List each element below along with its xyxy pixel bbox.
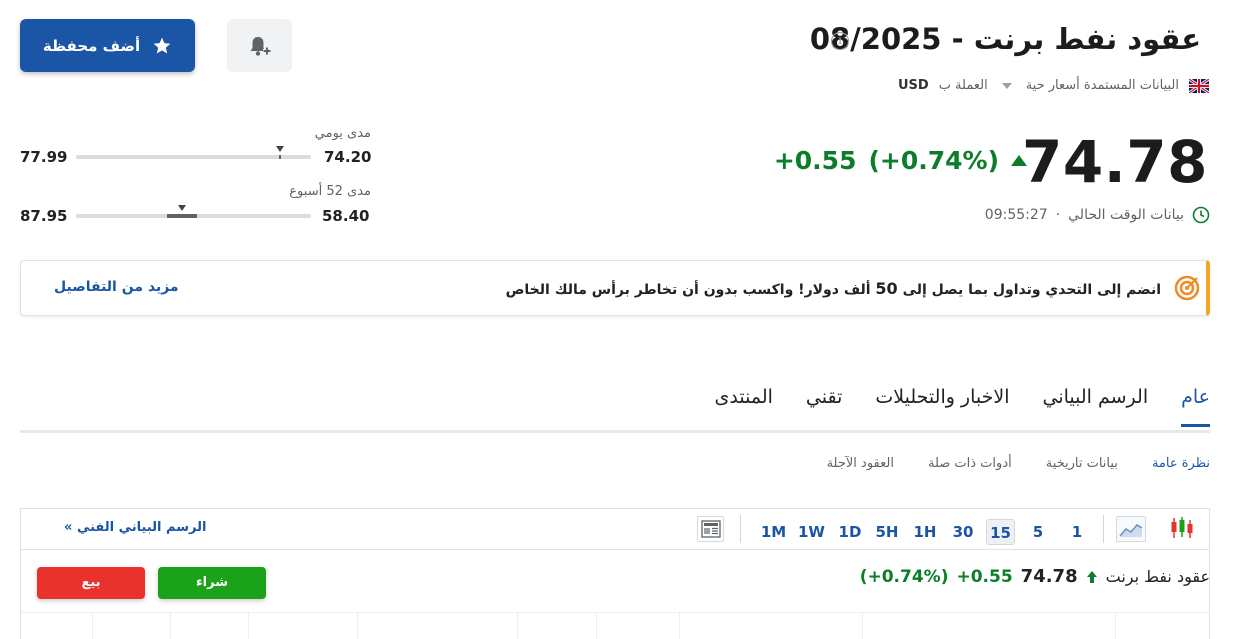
change-value: +0.55	[773, 146, 857, 175]
page-title: عقود نفط برنت - 08/2025	[809, 22, 1201, 56]
chart-price: 74.78	[1020, 566, 1078, 587]
add-portfolio-button[interactable]: أضف محفظة	[20, 19, 195, 72]
tab-overview[interactable]: عام	[1181, 386, 1210, 427]
chart-type-area-button[interactable]	[1116, 516, 1146, 542]
change-percent: (+0.74%)	[868, 146, 999, 175]
week52-range-label: مدى 52 أسبوع	[289, 184, 371, 199]
week52-range-bar	[76, 205, 311, 218]
news-icon	[700, 520, 721, 538]
subtab-futures[interactable]: العقود الآجلة	[827, 456, 894, 471]
chart-change: +0.55	[956, 566, 1013, 587]
timeframe-1m[interactable]: 1M	[757, 519, 790, 545]
add-portfolio-label: أضف محفظة	[42, 36, 141, 55]
bell-plus-icon	[250, 36, 271, 56]
week52-range-fill	[166, 214, 197, 218]
arrow-up-icon	[1011, 155, 1027, 166]
chart-change-percent: (+0.74%)	[859, 566, 949, 587]
timeframe-5h[interactable]: 5H	[871, 519, 903, 545]
banner-text-before: انضم إلى التحدي وتداول بما يصل إلى	[902, 282, 1161, 298]
sub-tabs: نظرة عامة بيانات تاريخية أدوات ذات صلة ا…	[827, 456, 1210, 471]
tab-technical[interactable]: تقني	[806, 386, 842, 427]
toolbar-separator	[740, 515, 741, 543]
daily-range-high: 77.99	[20, 148, 68, 166]
chart-gridline	[21, 612, 1209, 613]
chart-instrument-name: عقود نفط برنت	[1105, 567, 1210, 586]
timeframe-1h[interactable]: 1H	[909, 519, 941, 545]
info-icon[interactable]: i	[831, 32, 849, 50]
tab-forum[interactable]: المنتدى	[715, 386, 773, 427]
daily-range-marker	[276, 146, 285, 152]
chart-gridline	[170, 612, 171, 639]
subtab-related-instruments[interactable]: أدوات ذات صلة	[928, 456, 1012, 471]
daily-range-low: 74.20	[324, 148, 372, 166]
quote-time: بيانات الوقت الحالي · 09:55:27	[985, 206, 1210, 224]
subtab-historical-data[interactable]: بيانات تاريخية	[1046, 456, 1118, 471]
chart-gridline	[1115, 612, 1116, 639]
chart-gridline	[679, 612, 680, 639]
chevron-down-icon[interactable]	[1001, 82, 1012, 89]
time-value: 09:55:27	[984, 207, 1048, 223]
daily-range-bar	[76, 146, 311, 159]
banner-message: انضم إلى التحدي وتداول بما يصل إلى 50 أل…	[506, 279, 1161, 298]
main-tabs: عام الرسم البياني الاخبار والتحليلات تقن…	[715, 386, 1210, 427]
banner-text-after: ألف دولار! واكسب بدون أن تخاطر برأس مالك…	[505, 282, 871, 298]
candlestick-icon[interactable]	[1169, 516, 1195, 540]
news-overlay-button[interactable]	[697, 516, 724, 542]
tab-news-analysis[interactable]: الاخبار والتحليلات	[875, 386, 1009, 427]
sell-button[interactable]: بيع	[37, 567, 145, 599]
instrument-meta: البيانات المستمدة أسعار حية العملة ب USD	[898, 78, 1209, 93]
week52-range-marker	[177, 205, 186, 211]
buy-button[interactable]: شراء	[158, 567, 266, 599]
daily-range-label: مدى يومي	[314, 126, 371, 141]
timeframe-15[interactable]: 15	[986, 519, 1015, 545]
timeframe-1w[interactable]: 1W	[795, 519, 828, 545]
timeframe-1[interactable]: 1	[1066, 519, 1088, 545]
time-separator: ·	[1055, 207, 1061, 223]
week52-range-low: 58.40	[322, 207, 370, 225]
double-chevron-icon: »	[64, 520, 73, 535]
toolbar-separator	[1103, 515, 1104, 543]
area-chart-icon	[1119, 524, 1143, 537]
subtab-overview[interactable]: نظرة عامة	[1152, 456, 1210, 471]
time-label: بيانات الوقت الحالي	[1068, 207, 1184, 223]
chart-gridline	[517, 612, 518, 639]
data-source-text: البيانات المستمدة أسعار حية	[1025, 78, 1179, 93]
tab-chart[interactable]: الرسم البياني	[1043, 386, 1149, 427]
last-price: 74.78	[1022, 128, 1208, 196]
chart-gridline	[596, 612, 597, 639]
tabs-divider	[20, 430, 1210, 433]
technical-chart-link[interactable]: الرسم البياني الفني »	[64, 520, 206, 535]
timeframe-30[interactable]: 30	[949, 519, 977, 545]
timeframe-5[interactable]: 5	[1027, 519, 1049, 545]
uk-flag-icon	[1189, 78, 1209, 93]
arrow-up-icon	[1086, 570, 1097, 583]
currency-label: العملة ب	[938, 78, 988, 93]
banner-amount: 50	[875, 279, 898, 298]
price-change: +0.55 (+0.74%)	[774, 146, 1027, 175]
create-alert-button[interactable]	[227, 19, 292, 72]
chart-gridline	[357, 612, 358, 639]
currency-value: USD	[897, 78, 929, 93]
chart-gridline	[862, 612, 863, 639]
daily-range-fill	[279, 155, 282, 159]
week52-range-high: 87.95	[20, 207, 68, 225]
chart-toolbar-divider	[20, 549, 1210, 550]
chart-instrument-header: عقود نفط برنت 74.78 +0.55 (+0.74%)	[860, 566, 1210, 587]
clock-icon	[1192, 206, 1210, 224]
timeframe-1d[interactable]: 1D	[834, 519, 866, 545]
target-icon	[1174, 275, 1200, 301]
chart-gridline	[248, 612, 249, 639]
chart-gridline	[92, 612, 93, 639]
star-icon	[153, 37, 171, 53]
banner-more-details-link[interactable]: مزيد من التفاصيل	[54, 279, 179, 295]
technical-chart-link-label: الرسم البياني الفني	[76, 520, 207, 535]
